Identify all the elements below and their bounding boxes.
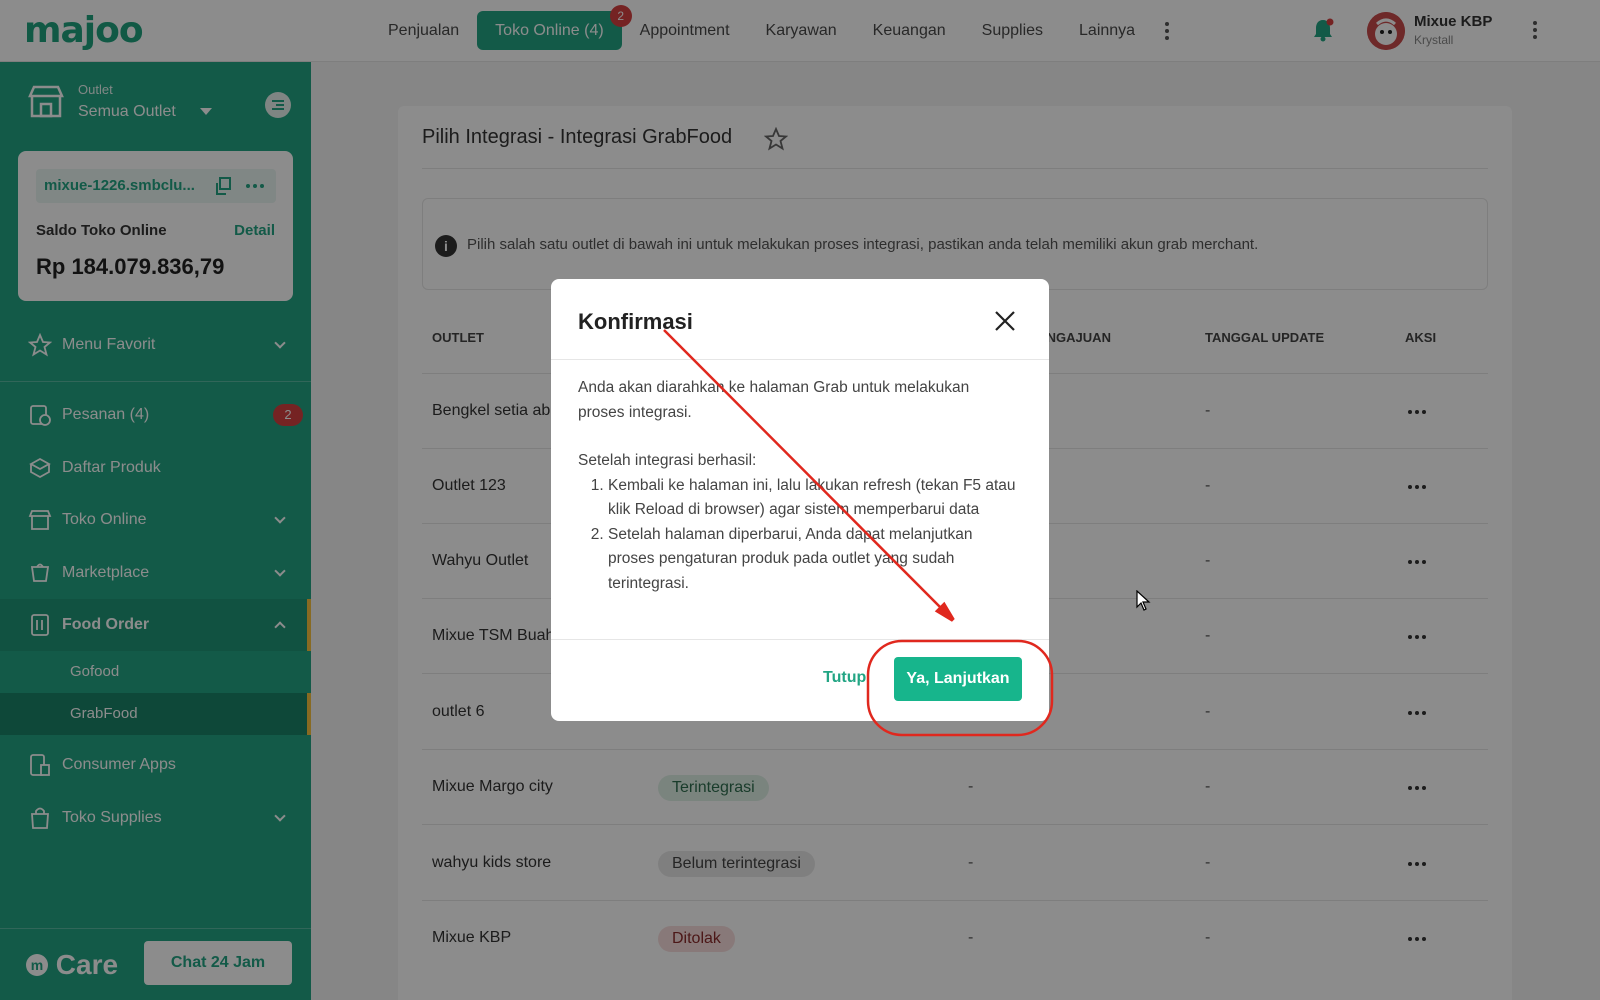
- dialog-body: Anda akan diarahkan ke halaman Grab untu…: [578, 376, 1018, 596]
- confirmation-dialog: Konfirmasi Anda akan diarahkan ke halama…: [551, 279, 1049, 721]
- dialog-intro: Anda akan diarahkan ke halaman Grab untu…: [578, 379, 970, 421]
- divider: [551, 359, 1049, 360]
- cancel-button[interactable]: Tutup: [823, 669, 866, 687]
- close-icon[interactable]: [993, 309, 1017, 333]
- confirm-button[interactable]: Ya, Lanjutkan: [894, 657, 1022, 701]
- dialog-after-label: Setelah integrasi berhasil:: [578, 452, 757, 469]
- dialog-step: Kembali ke halaman ini, lalu lakukan ref…: [608, 474, 1018, 523]
- dialog-steps: Kembali ke halaman ini, lalu lakukan ref…: [578, 474, 1018, 597]
- divider: [551, 639, 1049, 640]
- dialog-title: Konfirmasi: [578, 309, 693, 334]
- dialog-step: Setelah halaman diperbarui, Anda dapat m…: [608, 523, 1018, 597]
- mouse-cursor-icon: [1136, 590, 1151, 611]
